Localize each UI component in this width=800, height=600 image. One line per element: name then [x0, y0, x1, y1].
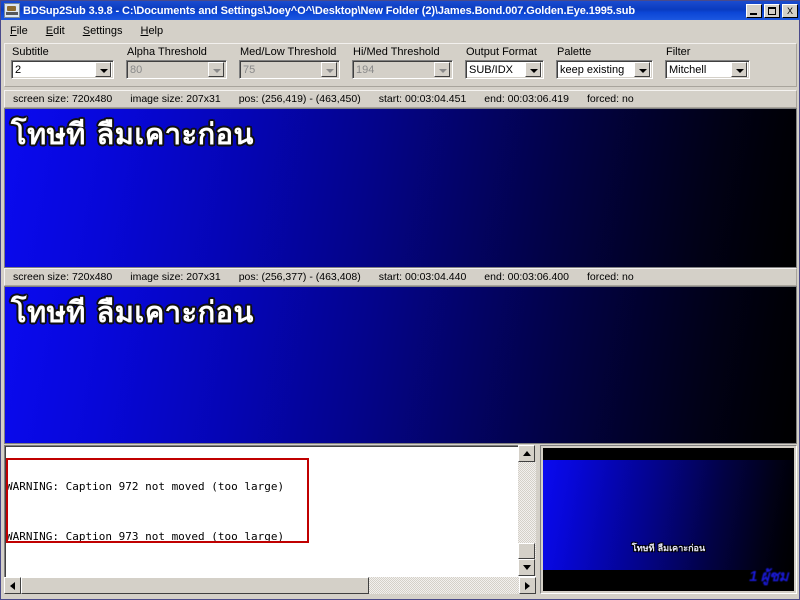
field-alpha-threshold-label: Alpha Threshold: [127, 46, 207, 58]
field-palette-label: Palette: [557, 46, 592, 58]
close-button[interactable]: X: [782, 3, 798, 18]
subtitle-combo-value: 2: [15, 63, 22, 76]
log-horizontal-scrollbar[interactable]: [4, 577, 536, 594]
end-time-bottom: end: 00:03:06.400: [484, 271, 569, 283]
subtitle-combo[interactable]: 2: [11, 60, 114, 79]
menu-bar: File Edit Settings Help: [2, 21, 799, 40]
chevron-down-icon[interactable]: [525, 62, 541, 77]
toolbar: Subtitle 2 Alpha Threshold 80 Med/Low Th…: [4, 43, 797, 87]
maximize-button[interactable]: [764, 3, 780, 18]
field-subtitle: Subtitle 2: [11, 46, 114, 79]
log-line: WARNING: Caption 972 not moved (too larg…: [6, 480, 285, 494]
scroll-down-button[interactable]: [518, 559, 535, 576]
menu-item-edit-label: dit: [53, 24, 65, 37]
hi-med-threshold-combo-value: 194: [356, 63, 375, 76]
subtitle-preview-target[interactable]: โทษที ลืมเคาะก่อน: [4, 286, 797, 444]
position-top: pos: (256,419) - (463,450): [238, 93, 361, 105]
preview-subtitle-text-top: โทษที ลืมเคาะก่อน: [11, 117, 254, 151]
application-window: BDSup2Sub 3.9.8 - C:\Documents and Setti…: [0, 0, 800, 600]
chevron-down-icon[interactable]: [434, 62, 450, 77]
field-med-low-threshold-label: Med/Low Threshold: [240, 46, 337, 58]
menu-item-settings[interactable]: Settings: [81, 24, 125, 38]
med-low-threshold-combo-value: 75: [243, 63, 256, 76]
filter-combo-value: Mitchell: [669, 63, 707, 76]
log-text: WARNING: Caption 972 not moved (too larg…: [6, 446, 518, 592]
field-palette: Palette keep existing: [556, 46, 653, 79]
chevron-down-icon[interactable]: [321, 62, 337, 77]
field-subtitle-label: Subtitle: [12, 46, 49, 58]
frame-preview-subtitle: โทษที ลืมเคาะก่อน: [631, 544, 706, 554]
preview-subtitle-text-bottom: โทษที ลืมเคาะก่อน: [11, 295, 254, 329]
field-alpha-threshold: Alpha Threshold 80: [126, 46, 227, 79]
title-bar: BDSup2Sub 3.9.8 - C:\Documents and Setti…: [1, 1, 800, 20]
log-panel[interactable]: WARNING: Caption 972 not moved (too larg…: [4, 445, 536, 593]
screen-size-bottom: screen size: 720x480: [13, 271, 113, 283]
menu-item-help[interactable]: Help: [138, 24, 165, 38]
app-icon: [4, 3, 20, 18]
output-format-combo[interactable]: SUB/IDX: [465, 60, 544, 79]
maximize-icon: [768, 6, 776, 15]
field-filter: Filter Mitchell: [665, 46, 750, 79]
scrollbar-thumb-vertical[interactable]: [518, 543, 535, 559]
alpha-threshold-combo[interactable]: 80: [126, 60, 227, 79]
field-hi-med-threshold: Hi/Med Threshold 194: [352, 46, 453, 79]
field-med-low-threshold: Med/Low Threshold 75: [239, 46, 340, 79]
med-low-threshold-combo[interactable]: 75: [239, 60, 340, 79]
menu-item-edit[interactable]: Edit: [44, 24, 67, 38]
frame-preview-image: โทษที ลืมเคาะก่อน 1 ผู้ชม: [543, 448, 794, 591]
minimize-button[interactable]: [746, 3, 762, 18]
forced-flag-bottom: forced: no: [586, 271, 634, 283]
frame-preview-watermark: 1 ผู้ชม: [749, 568, 788, 585]
start-time-top: start: 00:03:04.451: [378, 93, 467, 105]
field-hi-med-threshold-label: Hi/Med Threshold: [353, 46, 440, 58]
palette-combo-value: keep existing: [560, 63, 625, 76]
scroll-up-button[interactable]: [518, 445, 535, 462]
scrollbar-thumb-horizontal[interactable]: [21, 577, 369, 594]
menu-item-help-label: elp: [148, 24, 164, 37]
output-format-combo-value: SUB/IDX: [469, 63, 514, 76]
chevron-down-icon[interactable]: [731, 62, 747, 77]
menu-item-file-label: ile: [16, 24, 28, 37]
palette-combo[interactable]: keep existing: [556, 60, 653, 79]
caption-info-bar-top: screen size: 720x480 image size: 207x31 …: [4, 90, 797, 108]
minimize-icon: [750, 12, 757, 15]
filter-combo[interactable]: Mitchell: [665, 60, 750, 79]
frame-preview-panel[interactable]: โทษที ลืมเคาะก่อน 1 ผู้ชม: [540, 445, 797, 594]
chevron-down-icon[interactable]: [634, 62, 650, 77]
alpha-threshold-combo-value: 80: [130, 63, 143, 76]
field-output-format-label: Output Format: [466, 46, 537, 58]
hi-med-threshold-combo[interactable]: 194: [352, 60, 453, 79]
scroll-left-button[interactable]: [4, 577, 21, 594]
chevron-down-icon[interactable]: [95, 62, 111, 77]
menu-item-settings-label: ettings: [90, 24, 123, 37]
log-vertical-scrollbar[interactable]: [518, 445, 536, 576]
scroll-right-button[interactable]: [519, 577, 536, 594]
chevron-down-icon[interactable]: [208, 62, 224, 77]
menu-item-file[interactable]: File: [8, 24, 30, 38]
image-size-bottom: image size: 207x31: [130, 271, 221, 283]
position-bottom: pos: (256,377) - (463,408): [238, 271, 361, 283]
window-controls: X: [746, 3, 798, 18]
caption-info-bar-bottom: screen size: 720x480 image size: 207x31 …: [4, 268, 797, 286]
end-time-top: end: 00:03:06.419: [484, 93, 569, 105]
log-line: WARNING: Caption 973 not moved (too larg…: [6, 529, 285, 543]
window-title: BDSup2Sub 3.9.8 - C:\Documents and Setti…: [23, 4, 635, 17]
start-time-bottom: start: 00:03:04.440: [378, 271, 467, 283]
forced-flag-top: forced: no: [586, 93, 634, 105]
field-filter-label: Filter: [666, 46, 691, 58]
image-size-top: image size: 207x31: [130, 93, 221, 105]
screen-size-top: screen size: 720x480: [13, 93, 113, 105]
subtitle-preview-source[interactable]: โทษที ลืมเคาะก่อน: [4, 108, 797, 268]
field-output-format: Output Format SUB/IDX: [465, 46, 544, 79]
